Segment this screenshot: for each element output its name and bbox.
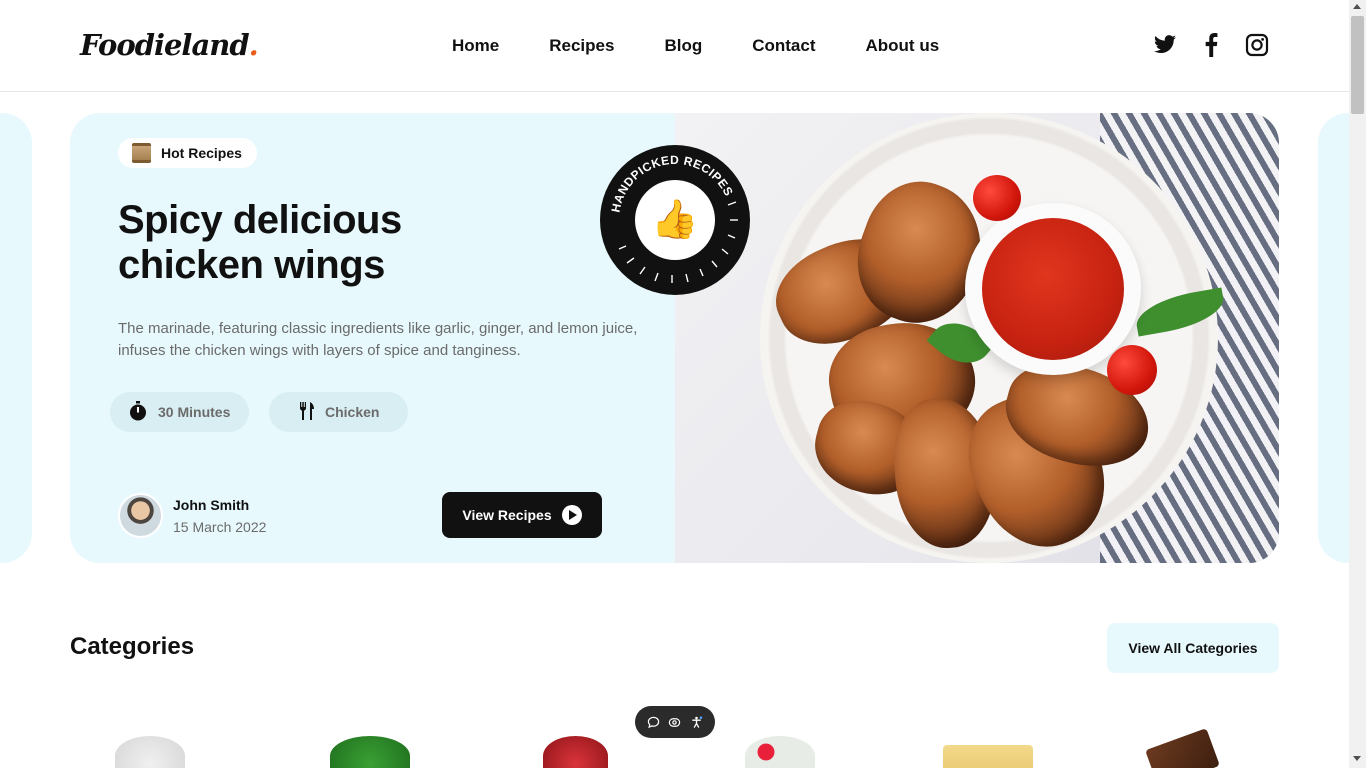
view-recipes-label: View Recipes — [462, 507, 552, 523]
timer-icon — [128, 400, 148, 424]
cook-time-chip: 30 Minutes — [110, 392, 249, 432]
category-meat-image[interactable] — [543, 736, 608, 768]
badge-label: Hot Recipes — [161, 145, 242, 161]
accessibility-icon[interactable] — [689, 715, 703, 729]
nav-about-us[interactable]: About us — [866, 36, 940, 56]
hero-card: Hot Recipes Spicy delicious chicken wing… — [70, 113, 1279, 563]
logo-text: Foodieland — [80, 28, 250, 62]
cherry-tomato — [973, 175, 1021, 221]
category-lunch-image[interactable] — [943, 745, 1033, 768]
scroll-icon — [132, 143, 151, 163]
logo[interactable]: Foodieland. — [80, 28, 259, 62]
author-avatar — [118, 493, 163, 538]
categories-title: Categories — [70, 633, 195, 660]
eye-icon[interactable] — [668, 715, 682, 729]
comment-icon[interactable] — [647, 715, 661, 729]
category-dessert-image[interactable] — [745, 736, 815, 768]
category-chip: Chicken — [269, 392, 408, 432]
chili-sauce — [982, 218, 1124, 360]
author-name: John Smith — [173, 496, 250, 513]
category-breakfast-image[interactable] — [115, 736, 185, 768]
play-icon — [561, 505, 582, 525]
instagram-icon[interactable] — [1245, 33, 1269, 57]
category-name: Chicken — [325, 404, 380, 420]
category-chocolate-image[interactable] — [1145, 728, 1220, 768]
cherry-tomato — [1107, 345, 1157, 395]
hot-recipes-badge: Hot Recipes — [118, 138, 257, 168]
view-all-categories-button[interactable]: View All Categories — [1107, 623, 1279, 673]
social-links — [1153, 33, 1269, 57]
author-info: John Smith 15 March 2022 — [118, 493, 266, 538]
site-header: Foodieland. Home Recipes Blog Contact Ab… — [0, 0, 1349, 92]
hero-image — [675, 113, 1279, 563]
hero-description: The marinade, featuring classic ingredie… — [118, 320, 638, 359]
nav-home[interactable]: Home — [452, 36, 499, 56]
nav-contact[interactable]: Contact — [752, 36, 815, 56]
twitter-icon[interactable] — [1153, 33, 1177, 57]
view-recipes-button[interactable]: View Recipes — [442, 492, 602, 538]
hero-title-line-1: Spicy delicious — [118, 198, 402, 242]
prev-slide-peek[interactable] — [0, 113, 32, 563]
logo-dot: . — [248, 28, 259, 62]
cook-time: 30 Minutes — [158, 404, 231, 420]
hero-title: Spicy delicious chicken wings — [118, 198, 538, 288]
fork-knife-icon — [299, 401, 315, 423]
category-vegan-image[interactable] — [330, 736, 410, 768]
main-nav: Home Recipes Blog Contact About us — [452, 36, 989, 56]
scroll-up-arrow[interactable] — [1353, 4, 1361, 9]
scrollbar-thumb[interactable] — [1351, 16, 1364, 114]
page-scrollbar[interactable] — [1349, 0, 1366, 768]
nav-recipes[interactable]: Recipes — [549, 36, 614, 56]
nav-blog[interactable]: Blog — [664, 36, 702, 56]
publish-date: 15 March 2022 — [173, 518, 267, 535]
floating-toolbar — [635, 706, 715, 738]
handpicked-recipes-stamp: HANDPICKED RECIPES 👍 — [600, 145, 750, 295]
thumbs-up-icon: 👍 — [635, 180, 715, 260]
sauce-bowl — [965, 203, 1141, 375]
hero-title-line-2: chicken wings — [118, 243, 385, 287]
facebook-icon[interactable] — [1199, 33, 1223, 57]
scroll-down-arrow[interactable] — [1353, 756, 1361, 761]
